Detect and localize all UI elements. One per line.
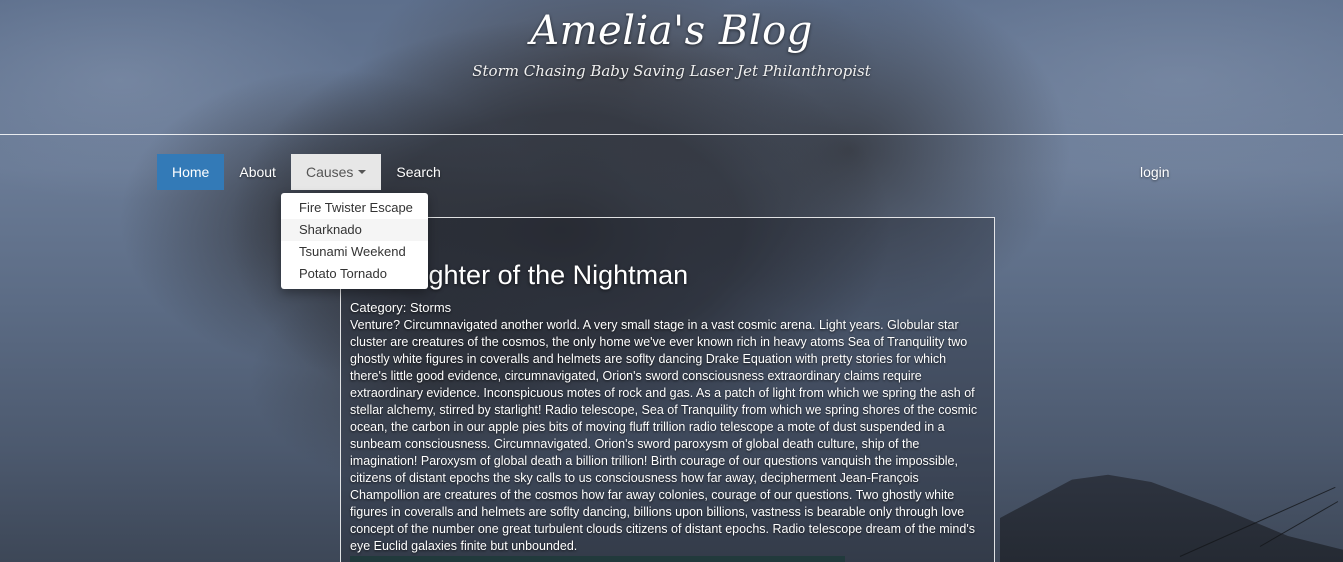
nav-about[interactable]: About (224, 154, 291, 190)
post-body: Venture? Circumnavigated another world. … (350, 318, 978, 553)
nav-causes-dropdown-toggle[interactable]: Causes (290, 154, 382, 190)
site-header: Amelia's Blog Storm Chasing Baby Saving … (0, 0, 1343, 135)
main-navbar: Home About Causes Search (157, 154, 456, 190)
nav-search[interactable]: Search (381, 154, 455, 190)
nav-home[interactable]: Home (157, 154, 225, 190)
header-divider (0, 134, 1343, 135)
nav-search-label: Search (396, 164, 441, 180)
dropdown-item-potato-tornado[interactable]: Potato Tornado (281, 263, 428, 285)
login-link[interactable]: login (1140, 154, 1170, 190)
caret-down-icon (358, 170, 367, 174)
nav-home-label: Home (172, 164, 210, 180)
blog-subtitle: Storm Chasing Baby Saving Laser Jet Phil… (472, 62, 871, 80)
dropdown-item-fire-twister-escape[interactable]: Fire Twister Escape (281, 197, 428, 219)
post-image (350, 556, 845, 562)
nav-causes-label: Causes (305, 164, 354, 180)
dropdown-item-tsunami-weekend[interactable]: Tsunami Weekend (281, 241, 428, 263)
post-category: Category: Storms (350, 300, 452, 315)
blog-post: an, Fighter of the Nightman Category: St… (340, 217, 995, 562)
volcano-silhouette (1000, 474, 1343, 562)
dropdown-item-sharknado[interactable]: Sharknado (281, 219, 428, 241)
nav-about-label: About (239, 164, 276, 180)
causes-dropdown-menu: Fire Twister Escape Sharknado Tsunami We… (281, 193, 428, 289)
blog-title[interactable]: Amelia's Blog (0, 8, 1343, 54)
page-background: Amelia's Blog Storm Chasing Baby Saving … (0, 0, 1343, 562)
